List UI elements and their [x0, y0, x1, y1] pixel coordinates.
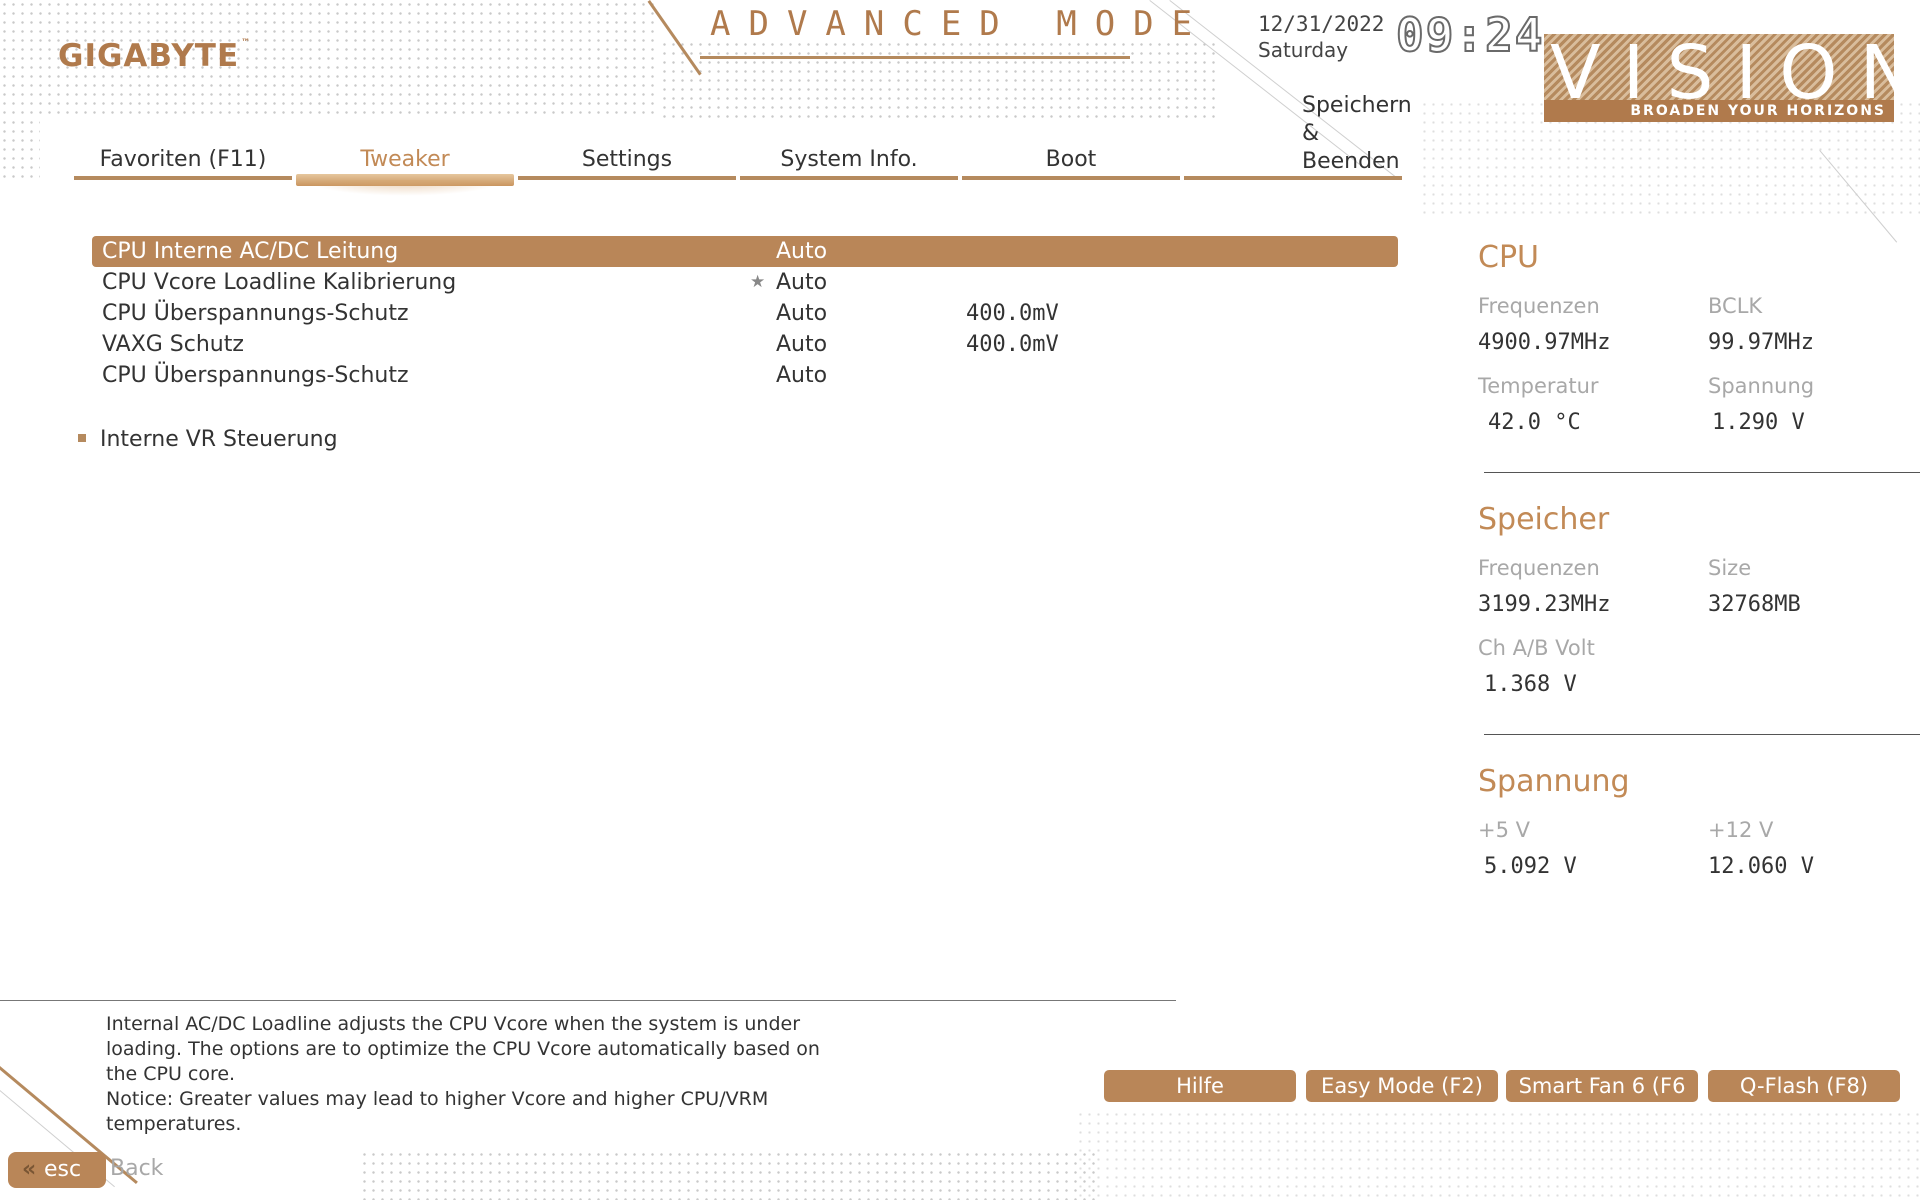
tab-label-line1: Speichern [1302, 93, 1412, 118]
help-line: loading. The options are to optimize the… [106, 1038, 820, 1060]
tab-label: Boot [1045, 147, 1097, 172]
dot-texture-bottom-right [1076, 1110, 1920, 1200]
voltage-5v-label: +5 V [1478, 818, 1530, 842]
date-display: 12/31/2022 [1258, 12, 1385, 36]
smart-fan-button[interactable]: Smart Fan 6 (F6 [1506, 1070, 1698, 1102]
tab-system-info[interactable]: System Info. [740, 120, 958, 180]
setting-value[interactable]: Auto [776, 298, 827, 329]
back-link[interactable]: Back [110, 1156, 163, 1181]
weekday-display: Saturday [1258, 38, 1349, 62]
brand-name: GIGABYTE [58, 38, 240, 74]
vision-badge: VISION BROADEN YOUR HORIZONS [1544, 30, 1915, 122]
help-line: Internal AC/DC Loadline adjusts the CPU … [106, 1013, 801, 1035]
cpu-section-title: CPU [1478, 240, 1539, 275]
setting-row[interactable]: CPU Überspannungs-Schutz Auto [92, 360, 1398, 391]
tab-tweaker[interactable]: Tweaker [296, 120, 514, 196]
trademark-mark: ™ [241, 38, 252, 48]
tab-settings[interactable]: Settings [518, 120, 736, 180]
setting-value[interactable]: Auto [776, 267, 827, 298]
sidebar-divider [1484, 472, 1920, 473]
setting-name: CPU Interne AC/DC Leitung [102, 239, 399, 264]
setting-row[interactable]: CPU Überspannungs-Schutz Auto 400.0mV [92, 298, 1398, 329]
help-text: Internal AC/DC Loadline adjusts the CPU … [106, 1012, 926, 1137]
setting-row[interactable]: CPU Interne AC/DC Leitung Auto [92, 236, 1398, 267]
cpu-volt-label: Spannung [1708, 374, 1815, 398]
setting-value[interactable]: Auto [776, 236, 827, 267]
submenu-label: Interne VR Steuerung [100, 427, 338, 452]
sidebar-divider [1484, 734, 1920, 735]
tab-underline [518, 176, 736, 180]
tab-label: Favoriten (F11) [99, 147, 267, 172]
main-tabs: Favoriten (F11) Tweaker Settings System … [74, 93, 1412, 196]
clock-display: 09:24 [1395, 7, 1545, 63]
bios-screen: GIGABYTE ™ ADVANCED MODE 12/31/2022 Satur… [0, 0, 1920, 1200]
cpu-temp-value: 42.0 °C [1488, 410, 1581, 435]
setting-name: CPU Überspannungs-Schutz [102, 301, 409, 326]
setting-name: CPU Vcore Loadline Kalibrierung [102, 270, 457, 295]
cpu-temp-label: Temperatur [1478, 374, 1599, 398]
cpu-bclk-label: BCLK [1708, 294, 1763, 318]
tab-boot[interactable]: Boot [962, 120, 1180, 180]
setting-row[interactable]: CPU Vcore Loadline Kalibrierung ★ Auto [92, 267, 1398, 298]
dot-texture-top-mid [660, 40, 1220, 120]
setting-row[interactable]: VAXG Schutz Auto 400.0mV [92, 329, 1398, 360]
submenu-bullet-icon [78, 434, 86, 442]
help-line: temperatures. [106, 1113, 242, 1135]
deco-line-header-b [700, 56, 1130, 59]
setting-current-value: 400.0mV [966, 332, 1059, 357]
memory-volt-value: 1.368 V [1484, 672, 1577, 697]
memory-volt-label: Ch A/B Volt [1478, 636, 1595, 660]
dot-texture-left-edge [0, 118, 40, 182]
voltage-12v-label: +12 V [1708, 818, 1774, 842]
qflash-button[interactable]: Q-Flash (F8) [1708, 1070, 1900, 1102]
voltage-12v-value: 12.060 V [1708, 854, 1814, 879]
help-line: the CPU core. [106, 1063, 236, 1085]
voltage-section-title: Spannung [1478, 764, 1630, 799]
tab-label: System Info. [780, 147, 918, 172]
brand-logo: GIGABYTE ™ [58, 38, 251, 74]
submenu-internal-vr[interactable]: Interne VR Steuerung [78, 424, 338, 455]
tab-label: Tweaker [360, 147, 450, 172]
star-icon: ★ [750, 272, 766, 292]
esc-button[interactable]: « esc [8, 1152, 106, 1188]
cpu-bclk-value: 99.97MHz [1708, 330, 1814, 355]
vision-badge-tagline: BROADEN YOUR HORIZONS [1544, 100, 1894, 122]
setting-value[interactable]: Auto [776, 329, 827, 360]
memory-size-label: Size [1708, 556, 1752, 580]
double-chevron-left-icon: « [22, 1157, 37, 1182]
easy-mode-button[interactable]: Easy Mode (F2) [1306, 1070, 1498, 1102]
tab-active-glow [306, 180, 504, 196]
help-line: Notice: Greater values may lead to highe… [106, 1088, 769, 1110]
tab-underline [740, 176, 958, 180]
setting-value[interactable]: Auto [776, 360, 827, 391]
memory-section-title: Speicher [1478, 502, 1610, 537]
voltage-5v-value: 5.092 V [1484, 854, 1577, 879]
cpu-freq-value: 4900.97MHz [1478, 330, 1611, 355]
tab-underline [74, 176, 292, 180]
tab-favorites[interactable]: Favoriten (F11) [74, 120, 292, 180]
dot-texture-bottom-left [360, 1150, 1100, 1200]
esc-label: esc [44, 1157, 82, 1182]
setting-current-value: 400.0mV [966, 301, 1059, 326]
memory-freq-value: 3199.23MHz [1478, 592, 1611, 617]
cpu-freq-label: Frequenzen [1478, 294, 1600, 318]
tab-underline [962, 176, 1180, 180]
tab-underline [1184, 176, 1402, 180]
setting-name: CPU Überspannungs-Schutz [102, 363, 409, 388]
tab-label: Settings [581, 147, 673, 172]
memory-size-value: 32768MB [1708, 592, 1801, 617]
help-button[interactable]: Hilfe [1104, 1070, 1296, 1102]
tab-label-line2: & Beenden [1302, 121, 1400, 174]
help-divider [0, 1000, 1176, 1001]
settings-list: CPU Interne AC/DC Leitung Auto CPU Vcore… [92, 236, 1398, 391]
memory-freq-label: Frequenzen [1478, 556, 1600, 580]
mode-title: ADVANCED MODE [710, 4, 1211, 44]
cpu-volt-value: 1.290 V [1712, 410, 1805, 435]
tab-save-exit[interactable]: Speichern & Beenden [1184, 92, 1412, 180]
tab-label: Speichern & Beenden [1302, 92, 1412, 176]
setting-name: VAXG Schutz [102, 332, 244, 357]
